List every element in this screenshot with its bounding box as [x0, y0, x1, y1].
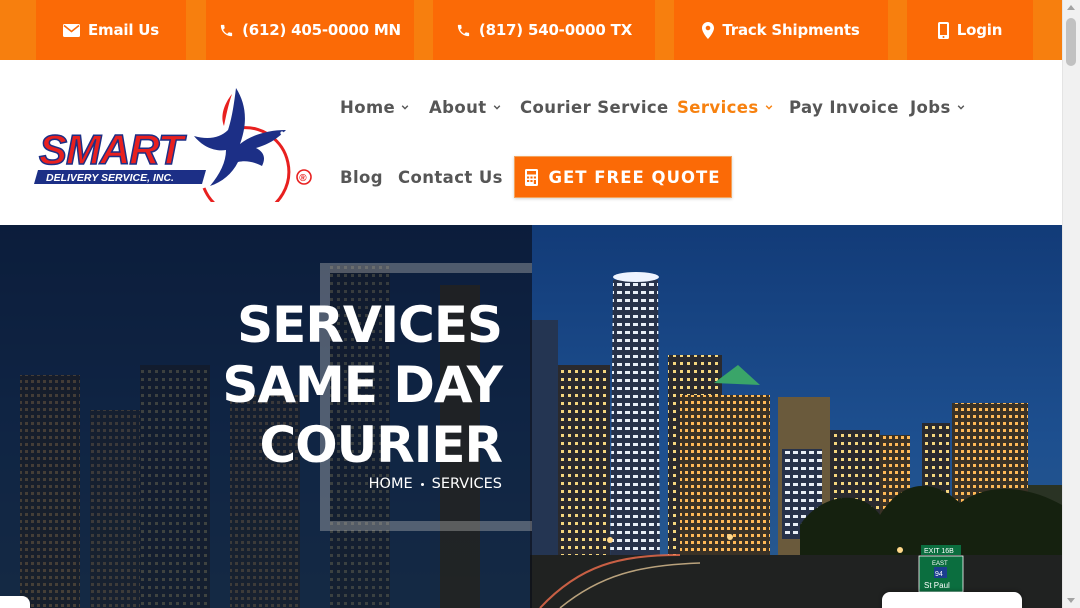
nav-services[interactable]: Services	[677, 96, 773, 118]
phone-icon	[220, 24, 233, 36]
smart-delivery-logo[interactable]: SMART DELIVERY SERVICE, INC. ®	[34, 86, 318, 202]
phone-mn-label: (612) 405-0000 MN	[242, 21, 401, 39]
login-link[interactable]: Login	[907, 0, 1033, 60]
track-shipments-link[interactable]: Track Shipments	[674, 0, 888, 60]
nav-home-label: Home	[340, 97, 396, 117]
scrollbar-track[interactable]	[1062, 0, 1080, 608]
chevron-down-icon	[957, 105, 965, 110]
envelope-icon	[62, 23, 80, 37]
phone-tx-link[interactable]: (817) 540-0000 TX	[433, 0, 655, 60]
chevron-down-icon	[765, 105, 772, 110]
chat-widget-tab[interactable]	[882, 592, 1022, 608]
breadcrumb: HOME SERVICES	[369, 476, 502, 492]
nav-contact-us-label: Contact Us	[398, 167, 503, 187]
login-label: Login	[956, 21, 1003, 39]
email-us-label: Email Us	[87, 21, 159, 39]
nav-blog[interactable]: Blog	[340, 166, 383, 188]
chevron-down-icon	[401, 105, 409, 110]
breadcrumb-home-link[interactable]: HOME	[369, 476, 413, 492]
nav-pay-invoice[interactable]: Pay Invoice	[789, 96, 899, 118]
email-us-link[interactable]: Email Us	[36, 0, 186, 60]
hero-title-line-3: COURIER	[259, 416, 503, 474]
nav-jobs-label: Jobs	[910, 97, 951, 117]
breadcrumb-separator	[420, 482, 424, 486]
nav-home[interactable]: Home	[340, 96, 409, 118]
nav-courier-service-label: Courier Service	[520, 97, 669, 117]
left-floating-tab[interactable]	[0, 596, 30, 608]
logo-tagline-text: DELIVERY SERVICE, INC.	[46, 172, 174, 184]
nav-about[interactable]: About	[429, 96, 501, 118]
get-free-quote-label: GET FREE QUOTE	[548, 167, 721, 187]
site-header: SMART DELIVERY SERVICE, INC. ® Home Abou…	[0, 60, 1062, 225]
scroll-down-arrow-icon[interactable]	[1067, 598, 1075, 603]
mobile-icon	[937, 21, 949, 39]
hero-title-line-1: SERVICES	[237, 296, 503, 354]
highway-sign-dir: EAST	[932, 561, 948, 567]
logo-brand-text: SMART	[39, 126, 187, 173]
nav-pay-invoice-label: Pay Invoice	[789, 97, 899, 117]
track-shipments-label: Track Shipments	[722, 21, 860, 39]
calculator-icon	[525, 168, 539, 186]
scroll-up-arrow-icon[interactable]	[1067, 5, 1075, 10]
top-contact-bar: Email Us (612) 405-0000 MN (817) 540-000…	[0, 0, 1062, 60]
breadcrumb-current: SERVICES	[431, 476, 502, 492]
scrollbar-thumb[interactable]	[1066, 18, 1076, 66]
nav-about-label: About	[429, 97, 487, 117]
hero-banner: EXIT 16B EAST 94 St Paul SERVICES SAME D…	[0, 225, 1062, 608]
nav-jobs[interactable]: Jobs	[910, 96, 965, 118]
phone-tx-label: (817) 540-0000 TX	[478, 21, 633, 39]
highway-sign-exit: EXIT 16B	[924, 548, 954, 555]
nav-services-label: Services	[677, 97, 759, 117]
phone-mn-link[interactable]: (612) 405-0000 MN	[206, 0, 414, 60]
nav-contact-us[interactable]: Contact Us	[398, 166, 503, 188]
logo-registered-mark: ®	[299, 173, 307, 184]
phone-icon	[457, 24, 470, 36]
hero-title: SERVICES SAME DAY COURIER	[82, 295, 503, 475]
hero-title-line-2: SAME DAY	[222, 356, 503, 414]
highway-sign-number: 94	[935, 571, 943, 578]
get-free-quote-button[interactable]: GET FREE QUOTE	[514, 156, 732, 198]
nav-courier-service[interactable]: Courier Service	[520, 96, 669, 118]
highway-sign-city: St Paul	[924, 581, 950, 590]
chevron-down-icon	[493, 105, 500, 110]
map-pin-icon	[702, 21, 715, 39]
nav-blog-label: Blog	[340, 167, 383, 187]
